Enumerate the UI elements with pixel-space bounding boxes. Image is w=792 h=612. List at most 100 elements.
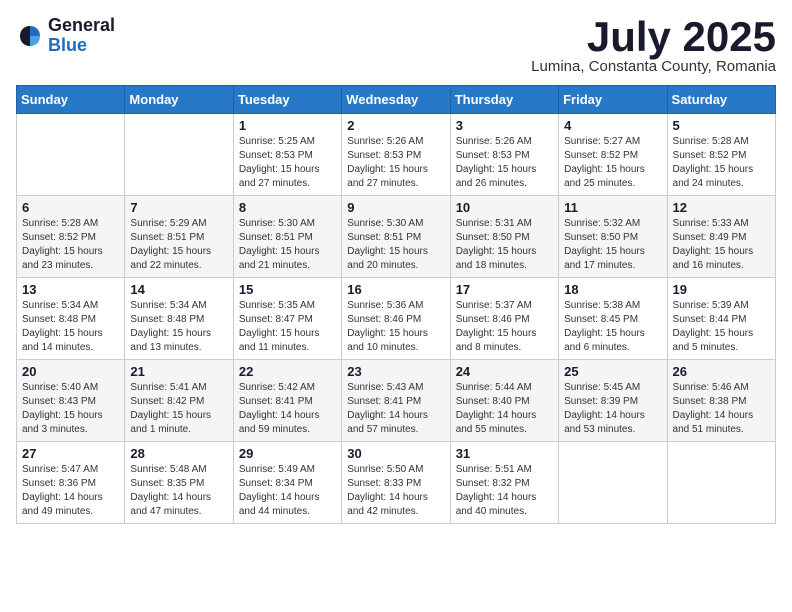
day-number: 24 <box>456 364 553 379</box>
calendar-cell: 3Sunrise: 5:26 AM Sunset: 8:53 PM Daylig… <box>450 114 558 196</box>
day-detail: Sunrise: 5:37 AM Sunset: 8:46 PM Dayligh… <box>456 299 553 355</box>
day-number: 31 <box>456 446 553 461</box>
day-detail: Sunrise: 5:43 AM Sunset: 8:41 PM Dayligh… <box>347 381 444 437</box>
day-detail: Sunrise: 5:45 AM Sunset: 8:39 PM Dayligh… <box>564 381 661 437</box>
calendar-cell: 12 Sunrise: 5:33 AM Sunset: 8:49 PM Dayli… <box>667 196 775 278</box>
day-detail: Sunrise: 5:47 AM Sunset: 8:36 PM Dayligh… <box>22 463 119 519</box>
logo-blue: Blue <box>48 36 115 56</box>
day-header-friday: Friday <box>559 86 667 114</box>
day-detail: Sunrise: 5:49 AM Sunset: 8:34 PM Dayligh… <box>239 463 336 519</box>
day-number: 18 <box>564 282 661 297</box>
day-number: 13 <box>22 282 119 297</box>
day-number: 28 <box>130 446 227 461</box>
logo-icon <box>16 22 44 50</box>
calendar-cell: 1 Sunrise: 5:25 AM Sunset: 8:53 PM Daylig… <box>233 114 341 196</box>
day-number: 7 <box>130 200 227 215</box>
day-detail: Sunrise: 5:36 AM Sunset: 8:46 PM Dayligh… <box>347 299 444 355</box>
day-header-thursday: Thursday <box>450 86 558 114</box>
day-detail: Sunrise: 5:32 AM Sunset: 8:50 PM Dayligh… <box>564 217 661 273</box>
day-detail: Sunrise: 5:33 AM Sunset: 8:49 PM Dayligh… <box>673 217 770 273</box>
calendar-cell: 9Sunrise: 5:30 AM Sunset: 8:51 PM Daylig… <box>342 196 450 278</box>
day-detail: Sunrise: 5:25 AM Sunset: 8:53 PM Dayligh… <box>239 135 336 191</box>
day-detail: Sunrise: 5:51 AM Sunset: 8:32 PM Dayligh… <box>456 463 553 519</box>
calendar-cell: 17 Sunrise: 5:37 AM Sunset: 8:46 PM Dayli… <box>450 278 558 360</box>
day-number: 15 <box>239 282 336 297</box>
month-title: July 2025 <box>531 16 776 58</box>
calendar-cell: 18 Sunrise: 5:38 AM Sunset: 8:45 PM Dayli… <box>559 278 667 360</box>
calendar-cell: 19 Sunrise: 5:39 AM Sunset: 8:44 PM Dayli… <box>667 278 775 360</box>
day-number: 21 <box>130 364 227 379</box>
day-number: 22 <box>239 364 336 379</box>
day-number: 19 <box>673 282 770 297</box>
calendar-cell: 26Sunrise: 5:46 AM Sunset: 8:38 PM Dayli… <box>667 360 775 442</box>
day-detail: Sunrise: 5:39 AM Sunset: 8:44 PM Dayligh… <box>673 299 770 355</box>
calendar-cell: 25 Sunrise: 5:45 AM Sunset: 8:39 PM Dayli… <box>559 360 667 442</box>
day-detail: Sunrise: 5:40 AM Sunset: 8:43 PM Dayligh… <box>22 381 119 437</box>
day-detail: Sunrise: 5:29 AM Sunset: 8:51 PM Dayligh… <box>130 217 227 273</box>
day-detail: Sunrise: 5:38 AM Sunset: 8:45 PM Dayligh… <box>564 299 661 355</box>
calendar-cell <box>17 114 125 196</box>
day-number: 11 <box>564 200 661 215</box>
calendar-cell: 22 Sunrise: 5:42 AM Sunset: 8:41 PM Dayli… <box>233 360 341 442</box>
day-number: 6 <box>22 200 119 215</box>
calendar-header: SundayMondayTuesdayWednesdayThursdayFrid… <box>17 86 776 114</box>
day-number: 3 <box>456 118 553 133</box>
calendar-week-4: 20Sunrise: 5:40 AM Sunset: 8:43 PM Dayli… <box>17 360 776 442</box>
day-detail: Sunrise: 5:41 AM Sunset: 8:42 PM Dayligh… <box>130 381 227 437</box>
calendar-cell: 2 Sunrise: 5:26 AM Sunset: 8:53 PM Daylig… <box>342 114 450 196</box>
calendar-week-1: 1 Sunrise: 5:25 AM Sunset: 8:53 PM Daylig… <box>17 114 776 196</box>
calendar-cell: 15 Sunrise: 5:35 AM Sunset: 8:47 PM Dayli… <box>233 278 341 360</box>
day-header-wednesday: Wednesday <box>342 86 450 114</box>
day-number: 4 <box>564 118 661 133</box>
day-detail: Sunrise: 5:46 AM Sunset: 8:38 PM Dayligh… <box>673 381 770 437</box>
day-number: 30 <box>347 446 444 461</box>
day-detail: Sunrise: 5:26 AM Sunset: 8:53 PM Dayligh… <box>347 135 444 191</box>
calendar-cell <box>125 114 233 196</box>
location: Lumina, Constanta County, Romania <box>531 58 776 75</box>
calendar-cell: 20Sunrise: 5:40 AM Sunset: 8:43 PM Dayli… <box>17 360 125 442</box>
calendar-cell: 28 Sunrise: 5:48 AM Sunset: 8:35 PM Dayli… <box>125 442 233 524</box>
calendar-cell: 29 Sunrise: 5:49 AM Sunset: 8:34 PM Dayli… <box>233 442 341 524</box>
calendar-cell: 6 Sunrise: 5:28 AM Sunset: 8:52 PM Daylig… <box>17 196 125 278</box>
calendar-cell: 7 Sunrise: 5:29 AM Sunset: 8:51 PM Daylig… <box>125 196 233 278</box>
day-detail: Sunrise: 5:28 AM Sunset: 8:52 PM Dayligh… <box>673 135 770 191</box>
day-number: 14 <box>130 282 227 297</box>
day-detail: Sunrise: 5:35 AM Sunset: 8:47 PM Dayligh… <box>239 299 336 355</box>
day-number: 27 <box>22 446 119 461</box>
day-detail: Sunrise: 5:34 AM Sunset: 8:48 PM Dayligh… <box>130 299 227 355</box>
day-number: 8 <box>239 200 336 215</box>
calendar-cell <box>667 442 775 524</box>
day-detail: Sunrise: 5:42 AM Sunset: 8:41 PM Dayligh… <box>239 381 336 437</box>
calendar-cell: 13 Sunrise: 5:34 AM Sunset: 8:48 PM Dayli… <box>17 278 125 360</box>
day-number: 16 <box>347 282 444 297</box>
logo-text: General Blue <box>48 16 115 56</box>
calendar-cell: 8 Sunrise: 5:30 AM Sunset: 8:51 PM Daylig… <box>233 196 341 278</box>
day-detail: Sunrise: 5:30 AM Sunset: 8:51 PM Dayligh… <box>347 217 444 273</box>
day-number: 17 <box>456 282 553 297</box>
day-number: 12 <box>673 200 770 215</box>
day-detail: Sunrise: 5:34 AM Sunset: 8:48 PM Dayligh… <box>22 299 119 355</box>
day-header-tuesday: Tuesday <box>233 86 341 114</box>
day-header-monday: Monday <box>125 86 233 114</box>
day-number: 1 <box>239 118 336 133</box>
calendar-week-3: 13 Sunrise: 5:34 AM Sunset: 8:48 PM Dayli… <box>17 278 776 360</box>
logo-general: General <box>48 16 115 36</box>
calendar-week-2: 6 Sunrise: 5:28 AM Sunset: 8:52 PM Daylig… <box>17 196 776 278</box>
title-area: July 2025 Lumina, Constanta County, Roma… <box>531 16 776 75</box>
calendar-cell: 30Sunrise: 5:50 AM Sunset: 8:33 PM Dayli… <box>342 442 450 524</box>
day-detail: Sunrise: 5:28 AM Sunset: 8:52 PM Dayligh… <box>22 217 119 273</box>
calendar-cell: 27 Sunrise: 5:47 AM Sunset: 8:36 PM Dayli… <box>17 442 125 524</box>
day-number: 29 <box>239 446 336 461</box>
days-row: SundayMondayTuesdayWednesdayThursdayFrid… <box>17 86 776 114</box>
calendar-body: 1 Sunrise: 5:25 AM Sunset: 8:53 PM Daylig… <box>17 114 776 524</box>
day-number: 2 <box>347 118 444 133</box>
day-number: 25 <box>564 364 661 379</box>
day-header-saturday: Saturday <box>667 86 775 114</box>
calendar-cell: 23Sunrise: 5:43 AM Sunset: 8:41 PM Dayli… <box>342 360 450 442</box>
day-number: 5 <box>673 118 770 133</box>
calendar: SundayMondayTuesdayWednesdayThursdayFrid… <box>16 85 776 524</box>
calendar-cell: 21 Sunrise: 5:41 AM Sunset: 8:42 PM Dayli… <box>125 360 233 442</box>
day-detail: Sunrise: 5:30 AM Sunset: 8:51 PM Dayligh… <box>239 217 336 273</box>
day-detail: Sunrise: 5:48 AM Sunset: 8:35 PM Dayligh… <box>130 463 227 519</box>
day-detail: Sunrise: 5:31 AM Sunset: 8:50 PM Dayligh… <box>456 217 553 273</box>
